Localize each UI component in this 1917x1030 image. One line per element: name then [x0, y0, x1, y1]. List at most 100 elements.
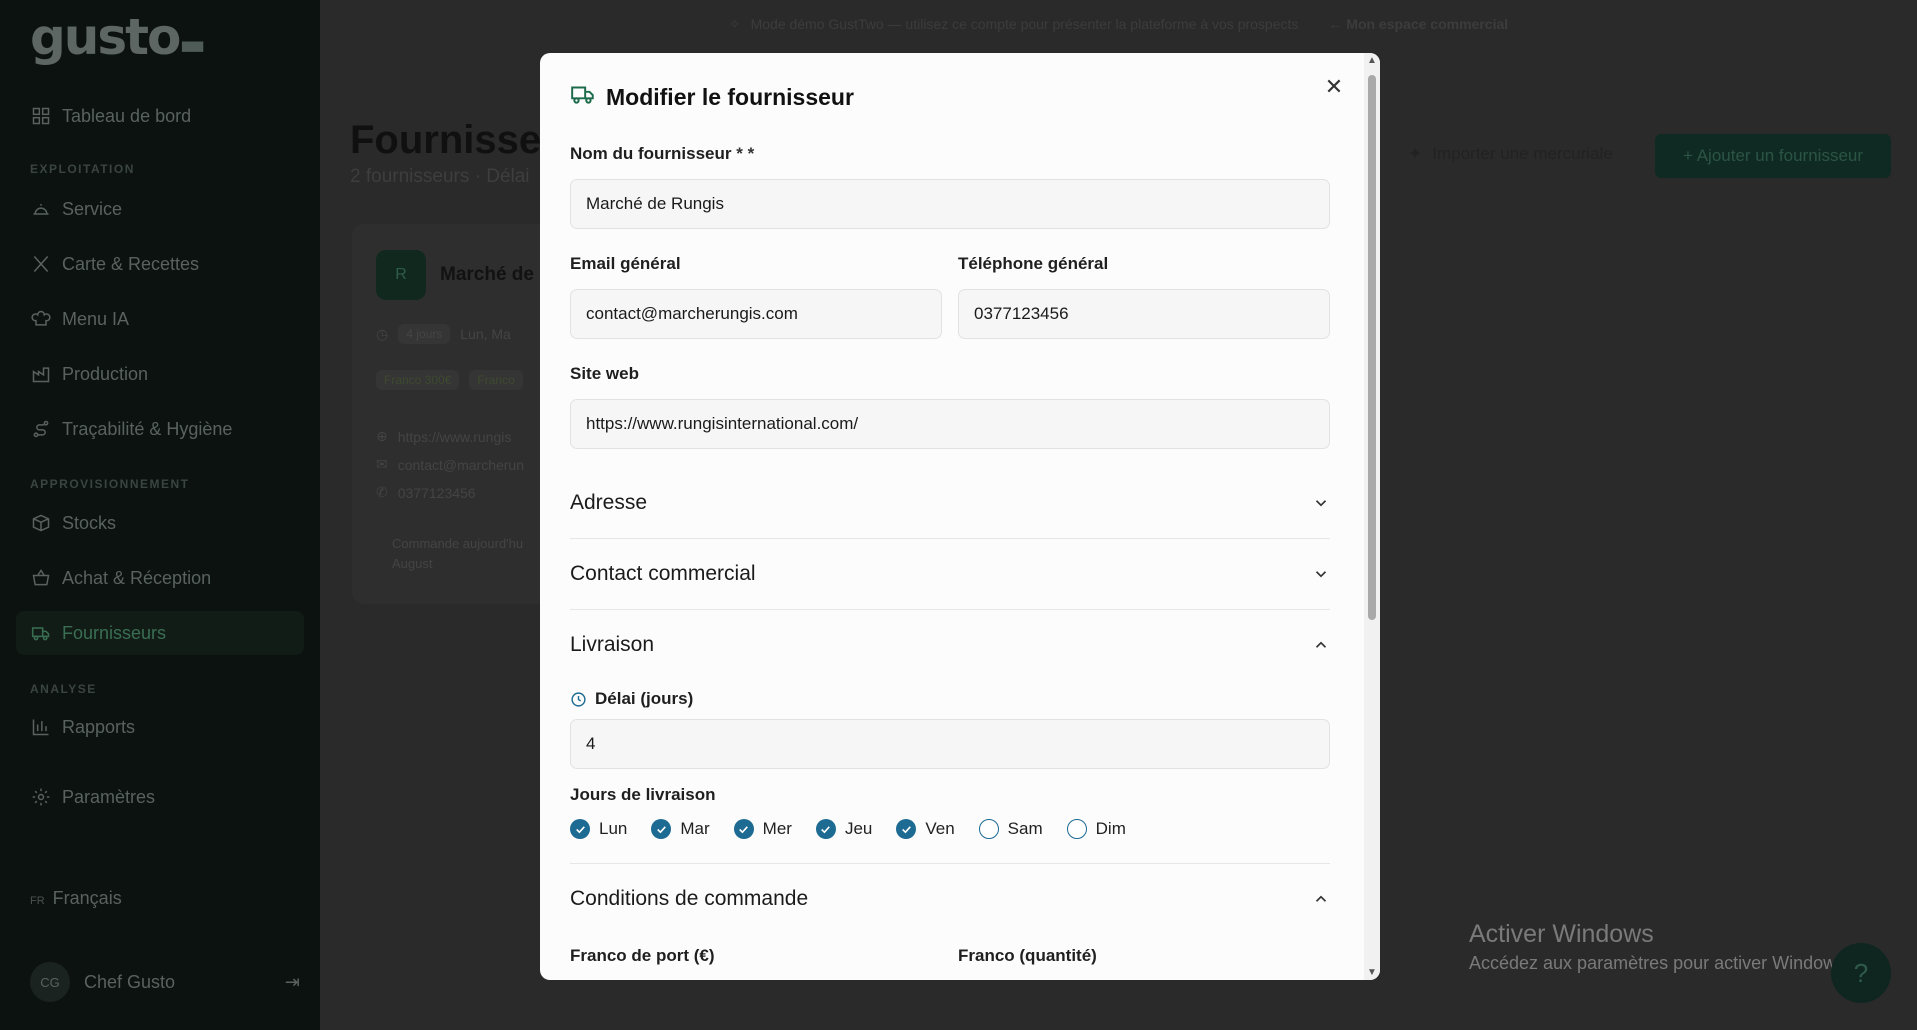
demo-banner: ✧ Mode démo GustTwo — utilisez ce compte… — [320, 0, 1917, 48]
day-label: Dim — [1095, 819, 1126, 838]
checkbox-checked-icon[interactable] — [815, 819, 836, 839]
delivery-days-label: Jours de livraison — [570, 785, 716, 804]
email-label: Email général — [570, 254, 681, 273]
phone-text: 0377123456 — [397, 484, 476, 501]
nav-section-analyse: ANALYSE — [30, 682, 97, 696]
day-checkbox-dim[interactable]: Dim — [1066, 819, 1126, 839]
divider — [570, 863, 1330, 864]
website-label: Site web — [570, 364, 639, 383]
checkbox-checked-icon[interactable] — [651, 819, 672, 839]
phone-icon: ✆ — [376, 484, 388, 500]
email-row[interactable]: ✉ contact@marcherun — [376, 456, 524, 473]
supplier-name: Marché de — [440, 264, 534, 285]
section-contact-commercial[interactable]: Contact commercial — [570, 544, 1330, 604]
website-row[interactable]: ⊕ https://www.rungis — [376, 428, 511, 445]
dashboard-icon — [30, 105, 52, 127]
sidebar: gusto▬ Tableau de bord EXPLOITATION Serv… — [0, 0, 320, 1030]
sidebar-item-label: Achat & Réception — [62, 567, 212, 588]
chevron-up-icon — [1315, 641, 1327, 648]
delay-input[interactable]: 4 — [570, 719, 1330, 769]
section-title: Livraison — [570, 633, 655, 656]
commercial-space-link[interactable]: ← Mon espace commercial — [1328, 16, 1508, 32]
day-checkbox-jeu[interactable]: Jeu — [815, 819, 873, 839]
import-mercuriale-button[interactable]: ✦ Importer une mercuriale — [1408, 144, 1613, 164]
delay-label-text: Délai (jours) — [595, 689, 694, 708]
add-supplier-button[interactable]: + Ajouter un fournisseur — [1655, 134, 1891, 178]
checkbox-checked-icon[interactable] — [570, 819, 590, 839]
day-checkbox-ven[interactable]: Ven — [896, 819, 955, 839]
day-label: Lun — [599, 819, 628, 838]
delivery-row: ◷ 4 jours Lun, Ma — [376, 324, 511, 344]
day-checkbox-mar[interactable]: Mar — [651, 819, 710, 839]
user-profile[interactable]: CG Chef Gusto ⇥ — [30, 962, 300, 1002]
chevron-down-icon — [1315, 571, 1327, 578]
app-logo[interactable]: gusto▬ — [30, 8, 206, 66]
lang-code: FR — [30, 895, 45, 907]
section-livraison[interactable]: Livraison — [570, 615, 1330, 675]
sidebar-item-tracabilite[interactable]: Traçabilité & Hygiène — [30, 409, 232, 449]
email-field[interactable]: contact@marcherungis.com — [570, 289, 942, 339]
sidebar-item-production[interactable]: Production — [30, 354, 148, 394]
sidebar-item-carte-recettes[interactable]: Carte & Recettes — [30, 244, 199, 284]
basket-icon — [30, 567, 52, 589]
sidebar-item-label: Production — [62, 363, 149, 384]
divider — [570, 538, 1330, 539]
day-checkbox-sam[interactable]: Sam — [978, 819, 1043, 839]
help-button[interactable]: ? — [1831, 943, 1891, 1003]
logout-icon[interactable]: ⇥ — [285, 972, 300, 993]
supplier-avatar: R — [376, 250, 426, 300]
section-adresse[interactable]: Adresse — [570, 473, 1330, 533]
modal-scrollbar[interactable]: ▲ ▼ — [1364, 53, 1380, 980]
avatar: CG — [30, 962, 70, 1002]
modal-title-text: Modifier le fournisseur — [606, 83, 854, 110]
sidebar-item-label: Stocks — [62, 512, 117, 533]
route-icon — [30, 418, 52, 440]
checkbox-checked-icon[interactable] — [733, 819, 754, 839]
day-label: Mer — [762, 819, 792, 838]
day-label: Sam — [1007, 819, 1043, 838]
sidebar-item-achat-reception[interactable]: Achat & Réception — [30, 558, 211, 598]
supplier-card[interactable]: R Marché de ◷ 4 jours Lun, Ma Franco 300… — [352, 224, 552, 604]
clock-icon: ◷ — [376, 325, 389, 342]
checkbox-unchecked-icon[interactable] — [978, 819, 999, 839]
website-field[interactable]: https://www.rungisinternational.com/ — [570, 399, 1330, 449]
scrollbar-thumb[interactable] — [1368, 75, 1376, 620]
day-checkbox-mer[interactable]: Mer — [733, 819, 792, 839]
page-subtitle: 2 fournisseurs · Délai — [350, 166, 530, 187]
required-marker: * * — [731, 144, 755, 163]
sidebar-item-menu-ia[interactable]: Menu IA — [30, 299, 129, 339]
sidebar-item-fournisseurs[interactable]: Fournisseurs — [30, 613, 166, 653]
section-title: Conditions de commande — [570, 887, 809, 910]
day-label: Jeu — [844, 819, 873, 838]
language-selector[interactable]: FR Français — [30, 888, 122, 909]
utensils-icon — [30, 253, 52, 275]
day-checkbox-lun[interactable]: Lun — [570, 819, 627, 839]
scroll-down-icon[interactable]: ▼ — [1367, 967, 1377, 978]
sidebar-item-service[interactable]: Service — [30, 189, 122, 229]
checkbox-unchecked-icon[interactable] — [1066, 819, 1087, 839]
franco-qty-label: Franco (quantité) — [958, 946, 1097, 965]
checkbox-checked-icon[interactable] — [896, 819, 917, 839]
phone-field[interactable]: 0377123456 — [958, 289, 1330, 339]
sidebar-item-label: Carte & Recettes — [62, 253, 200, 274]
email-text: contact@marcherun — [397, 456, 525, 473]
supplier-name-label: Nom du fournisseur * * — [570, 144, 755, 163]
mail-icon: ✉ — [376, 456, 388, 472]
sidebar-item-label: Fournisseurs — [62, 622, 167, 643]
sidebar-item-dashboard[interactable]: Tableau de bord — [30, 96, 191, 136]
phone-row[interactable]: ✆ 0377123456 — [376, 484, 476, 501]
franco-pill-2: Franco — [469, 370, 523, 390]
sidebar-item-stocks[interactable]: Stocks — [30, 503, 116, 543]
page-title: Fournisse — [350, 118, 542, 162]
sidebar-item-rapports[interactable]: Rapports — [30, 707, 135, 747]
close-icon[interactable]: ✕ — [1318, 71, 1350, 103]
sidebar-item-label: Menu IA — [62, 308, 130, 329]
section-conditions-commande[interactable]: Conditions de commande — [570, 869, 1330, 929]
scroll-up-icon[interactable]: ▲ — [1367, 55, 1377, 66]
sparkles-icon: ✦ — [1408, 144, 1423, 163]
supplier-name-input[interactable]: Marché de Rungis — [570, 179, 1330, 229]
watermark-subtitle: Accédez aux paramètres pour activer Wind… — [1469, 953, 1851, 973]
day-label: Mar — [680, 819, 710, 838]
demo-banner-text: Mode démo GustTwo — utilisez ce compte p… — [750, 16, 1299, 32]
sidebar-item-parametres[interactable]: Paramètres — [30, 777, 155, 817]
